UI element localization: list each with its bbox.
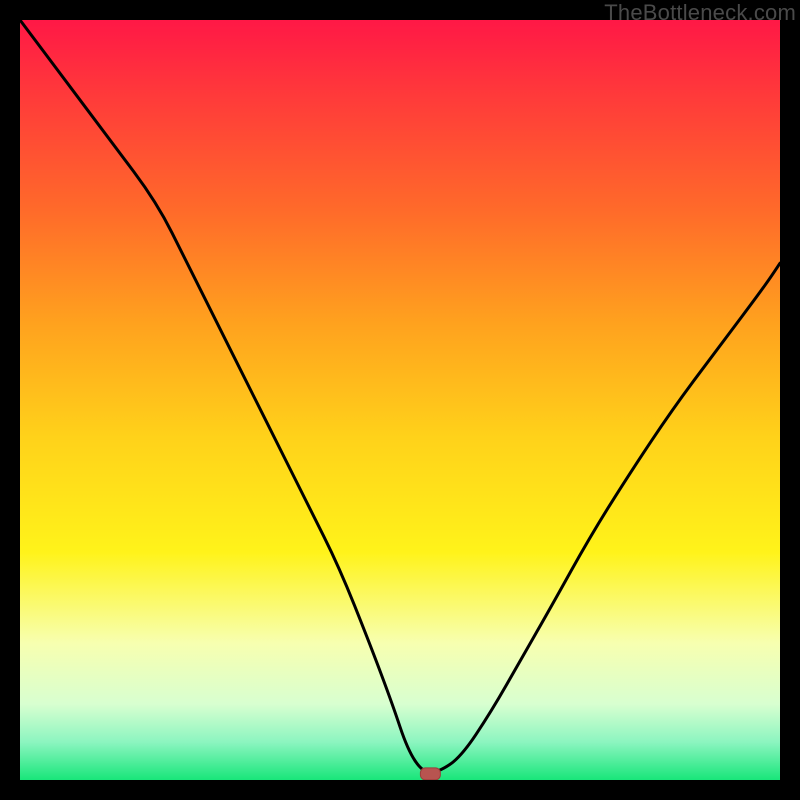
bottleneck-chart: [20, 20, 780, 780]
optimum-marker: [420, 768, 440, 780]
watermark-text: TheBottleneck.com: [604, 0, 796, 26]
chart-background: [20, 20, 780, 780]
chart-frame: TheBottleneck.com: [0, 0, 800, 800]
